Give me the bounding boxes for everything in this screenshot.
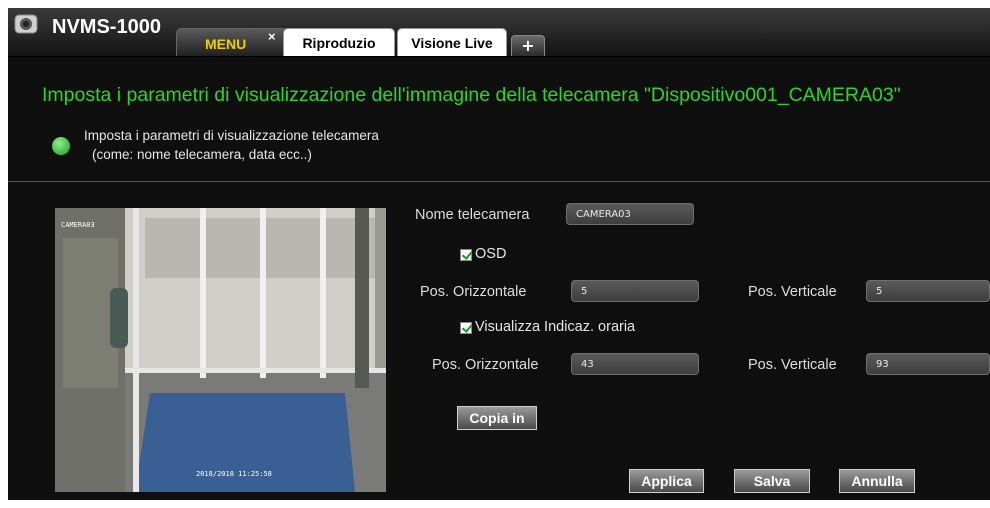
camera-preview-image [55, 208, 386, 492]
app-title: NVMS-1000 [52, 16, 161, 38]
osd-checkbox[interactable] [460, 249, 472, 261]
camera-name-label: Nome telecamera [415, 207, 530, 223]
info-subtext: (come: nome telecamera, data ecc..) [92, 147, 312, 162]
info-bulb-icon [52, 137, 70, 155]
info-text: Imposta i parametri di visualizzazione t… [84, 128, 379, 143]
time-display-checkbox[interactable] [460, 322, 472, 334]
time-pos-h-field[interactable]: 43 [571, 353, 699, 375]
time-pos-v-label: Pos. Verticale [748, 357, 837, 373]
tab-close-icon[interactable]: × [268, 29, 276, 44]
tab-menu[interactable]: MENU × [176, 28, 288, 56]
save-button[interactable]: Salva [734, 469, 810, 493]
time-pos-h-label: Pos. Orizzontale [432, 357, 539, 373]
name-pos-v-field[interactable]: 5 [866, 280, 990, 302]
name-pos-v-label: Pos. Verticale [748, 284, 837, 300]
copy-to-button[interactable]: Copia in [457, 406, 537, 430]
name-pos-h-label: Pos. Orizzontale [420, 284, 527, 300]
divider [8, 181, 990, 182]
osd-camera-name: CAMERA03 [61, 221, 95, 229]
page-title: Imposta i parametri di visualizzazione d… [42, 84, 901, 106]
camera-logo-icon [14, 14, 38, 34]
tab-menu-label: MENU [205, 36, 247, 52]
top-bar: NVMS-1000 MENU × Riproduzio Visione Live… [8, 8, 990, 57]
tab-visione-live[interactable]: Visione Live [397, 28, 507, 56]
camera-preview: CAMERA03 2018/2018 11:25:58 [55, 208, 386, 492]
time-pos-v-field[interactable]: 93 [866, 353, 990, 375]
app-window: NVMS-1000 MENU × Riproduzio Visione Live… [8, 8, 990, 500]
apply-button[interactable]: Applica [629, 469, 704, 493]
add-tab-button[interactable]: + [511, 35, 545, 56]
tab-riproduzione[interactable]: Riproduzio [283, 28, 395, 56]
cancel-button[interactable]: Annulla [839, 469, 915, 493]
camera-name-field[interactable]: CAMERA03 [566, 203, 694, 225]
time-display-label: Visualizza Indicaz. oraria [475, 319, 636, 335]
tab-riproduzione-label: Riproduzio [302, 35, 376, 51]
osd-label: OSD [475, 246, 507, 262]
name-pos-h-field[interactable]: 5 [571, 280, 699, 302]
osd-timestamp: 2018/2018 11:25:58 [196, 470, 272, 478]
tab-visione-live-label: Visione Live [411, 35, 493, 51]
